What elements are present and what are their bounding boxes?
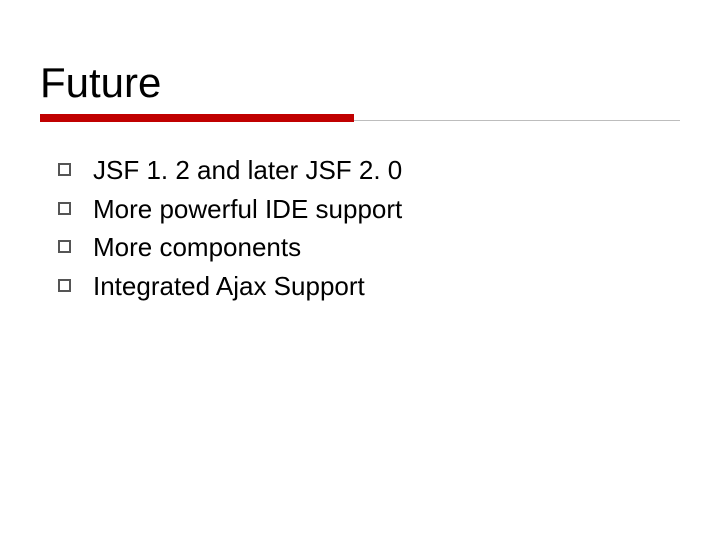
title-block: Future (40, 60, 680, 122)
bullet-list: JSF 1. 2 and later JSF 2. 0 More powerfu… (40, 150, 680, 302)
square-bullet-icon (58, 240, 71, 253)
square-bullet-icon (58, 163, 71, 176)
list-item: JSF 1. 2 and later JSF 2. 0 (58, 154, 680, 187)
slide-title: Future (40, 60, 680, 112)
title-underline (40, 114, 680, 122)
slide: Future JSF 1. 2 and later JSF 2. 0 More … (0, 0, 720, 540)
bullet-text: JSF 1. 2 and later JSF 2. 0 (93, 154, 402, 187)
list-item: More powerful IDE support (58, 193, 680, 226)
underline-red (40, 114, 354, 122)
bullet-text: More powerful IDE support (93, 193, 402, 226)
bullet-text: Integrated Ajax Support (93, 270, 365, 303)
square-bullet-icon (58, 279, 71, 292)
bullet-text: More components (93, 231, 301, 264)
square-bullet-icon (58, 202, 71, 215)
list-item: Integrated Ajax Support (58, 270, 680, 303)
list-item: More components (58, 231, 680, 264)
